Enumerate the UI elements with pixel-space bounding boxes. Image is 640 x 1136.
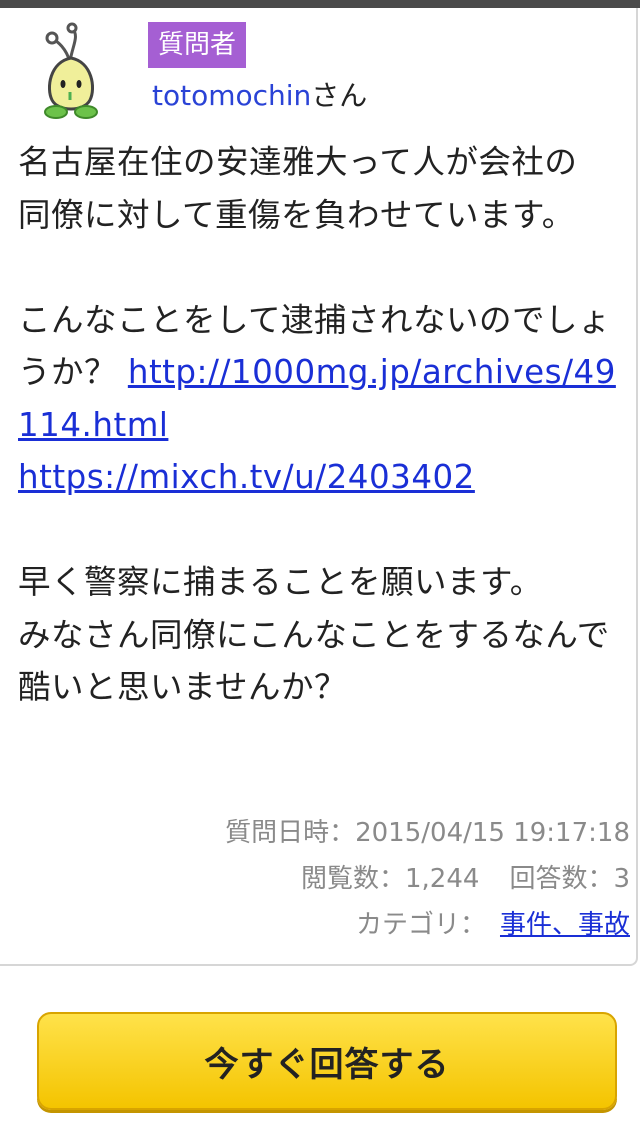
question-card: 質問者 totomochinさん 名古屋在住の安達雅大って人が会社の 同僚に対し… [0, 8, 638, 966]
views-label: 閲覧数： [300, 864, 405, 894]
views-value: 1,244 [405, 864, 480, 894]
top-status-bar [0, 0, 640, 8]
questioner-badge: 質問者 [148, 22, 247, 68]
posted-date-row: 質問日時：2015/04/15 19:17:18 [225, 810, 630, 856]
category-row: カテゴリ： 事件、事故 [225, 902, 630, 948]
username-link[interactable]: totomochin [152, 79, 311, 112]
answers-label: 回答数： [509, 864, 614, 894]
question-line: 同僚に対して重傷を負わせています。 [18, 195, 575, 234]
category-label: カテゴリ： [355, 910, 486, 940]
date-label: 質問日時： [225, 818, 356, 848]
answer-now-button[interactable]: 今すぐ回答する [37, 1012, 617, 1110]
date-value: 2015/04/15 19:17:18 [355, 818, 630, 848]
question-meta: 質問日時：2015/04/15 19:17:18 閲覧数：1,244 回答数：3 … [225, 810, 630, 948]
question-paragraph-with-links: こんなことをして逮捕されないのでしょうか？ http://1000mg.jp/a… [18, 294, 630, 504]
question-line: みなさん同僚にこんなことをするなんで酷いと思いませんか？ [18, 615, 610, 707]
external-link-mixch[interactable]: https://mixch.tv/u/2403402 [18, 458, 475, 496]
question-body: 名古屋在住の安達雅大って人が会社の 同僚に対して重傷を負わせています。 こんなこ… [18, 136, 630, 714]
sprout-character-icon [44, 22, 98, 119]
category-link[interactable]: 事件、事故 [500, 910, 630, 940]
question-line: 早く警察に捕まることを願います。 [18, 563, 543, 601]
honorific-suffix: さん [311, 79, 368, 112]
question-line: 名古屋在住の安達雅大って人が会社の [18, 143, 578, 181]
questioner-name[interactable]: totomochinさん [152, 76, 367, 116]
stats-row: 閲覧数：1,244 回答数：3 [225, 856, 630, 902]
answers-value: 3 [613, 864, 630, 894]
